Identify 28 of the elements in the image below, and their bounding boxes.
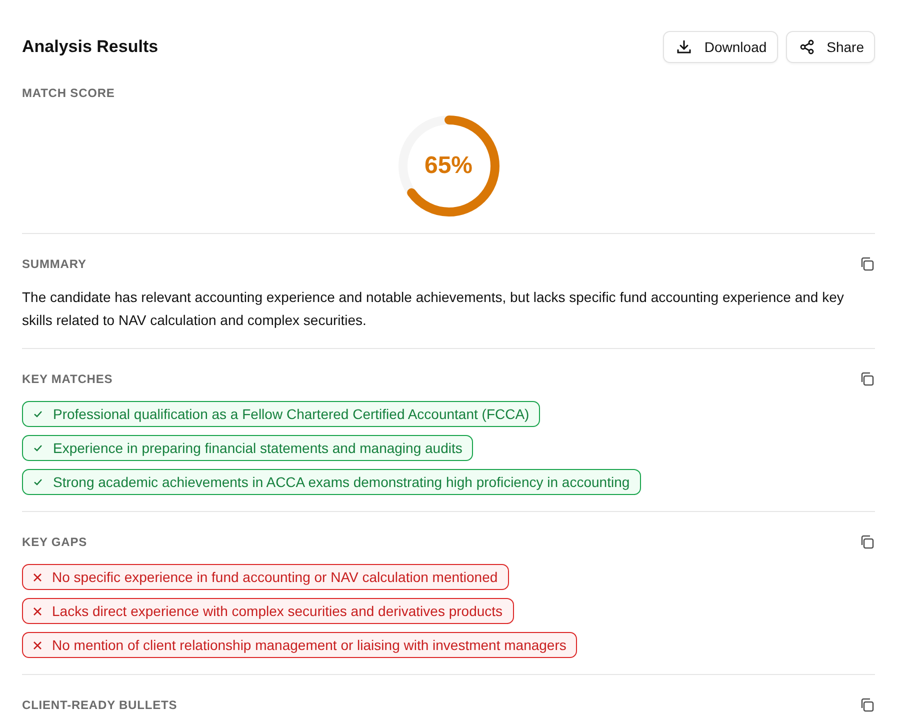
section-label: KEY GAPS	[22, 535, 87, 549]
gap-tag: No specific experience in fund accounting or NAV calculation mentioned	[22, 564, 509, 590]
copy-icon[interactable]	[859, 371, 875, 387]
gap-tag: No mention of client relationship management or liaising with investment managers	[22, 632, 578, 658]
close-icon	[33, 640, 42, 650]
match-tag: Experience in preparing financial statements and managing audits	[22, 435, 474, 461]
share-icon	[798, 39, 815, 55]
share-button[interactable]: Share	[786, 31, 875, 63]
score-value: 65%	[423, 152, 474, 180]
page-title: Analysis Results	[22, 37, 158, 57]
download-icon	[676, 39, 692, 55]
section-label: CLIENT-READY BULLETS	[22, 698, 178, 712]
match-tag: Professional qualification as a Fellow Chartered Certified Accountant (FCCA)	[22, 401, 540, 427]
section-label: KEY MATCHES	[22, 372, 113, 386]
close-icon	[33, 606, 42, 616]
summary-text: The candidate has relevant accounting experience and notable achievements, but lacks specific fund accounting experience and key skills related to NAV calculation and complex securities.	[22, 288, 845, 330]
download-button[interactable]: Download	[663, 31, 778, 63]
match-tag: Strong academic achievements in ACCA exams demonstrating high proficiency in accounting	[22, 469, 641, 495]
gap-tag: Lacks direct experience with complex securities and derivatives products	[22, 598, 514, 624]
check-icon	[33, 477, 43, 487]
section-label: MATCH SCORE	[22, 86, 115, 100]
copy-icon[interactable]	[859, 697, 875, 713]
section-label: SUMMARY	[22, 257, 86, 271]
copy-icon[interactable]	[859, 534, 875, 550]
check-icon	[33, 443, 43, 453]
close-icon	[33, 572, 42, 582]
check-icon	[33, 409, 43, 419]
copy-icon[interactable]	[859, 256, 875, 272]
